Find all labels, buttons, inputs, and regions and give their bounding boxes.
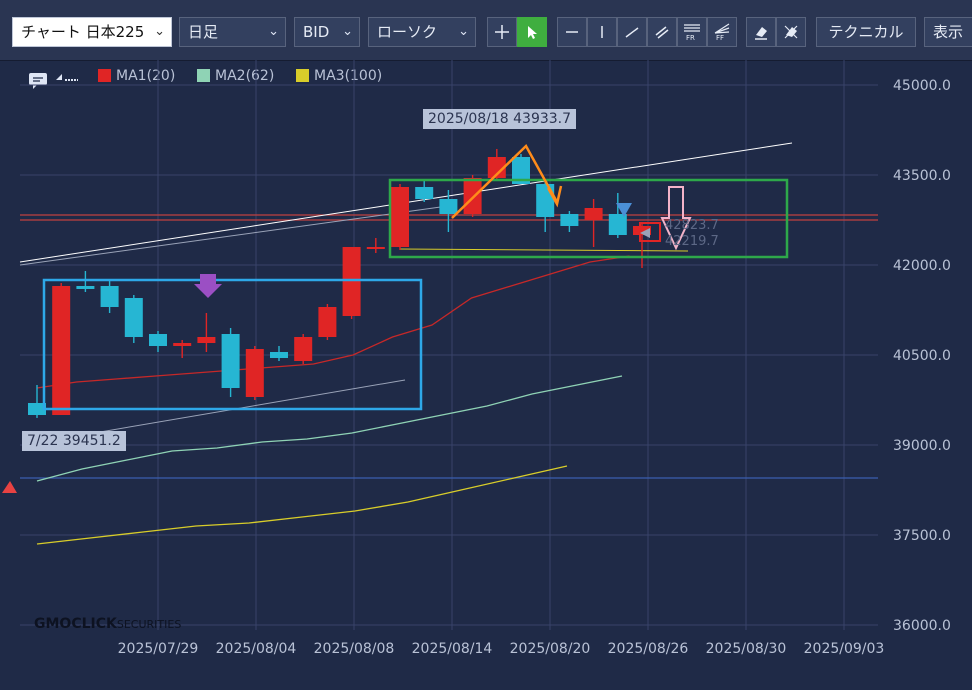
- purple-down-arrow[interactable]: [194, 274, 222, 298]
- high-price-tag-text: 2025/08/18 43933.7: [428, 111, 572, 127]
- price-tick-label: 45000.0: [893, 78, 951, 94]
- candle-body: [149, 334, 167, 346]
- vertical-line-button[interactable]: [587, 17, 617, 47]
- display-button[interactable]: 表示: [924, 17, 972, 47]
- price-chart-area[interactable]: 45000.0 43500.0 42000.0 40500.0 39000.0 37500…: [0, 60, 972, 686]
- eraser-icon: [755, 27, 767, 40]
- broker-logo: GMOCLICKSECURITIES: [34, 616, 181, 632]
- price-tick-label: 40500.0: [893, 348, 951, 364]
- candle-body: [124, 298, 143, 337]
- candle-body: [391, 187, 409, 247]
- candle-body: [560, 214, 579, 226]
- date-tick-label: 2025/08/26: [608, 641, 689, 657]
- candle-body: [584, 208, 603, 220]
- horizontal-line-icon: [566, 31, 578, 33]
- price-tick-label: 37500.0: [893, 528, 951, 544]
- price-type-select[interactable]: BID ⌄: [294, 17, 360, 47]
- trend-line-icon: [625, 27, 639, 38]
- technical-button[interactable]: テクニカル: [816, 17, 916, 47]
- candle-body: [342, 247, 361, 316]
- date-tick-label: 2025/08/04: [216, 641, 297, 657]
- candle-body: [52, 286, 71, 415]
- date-tick-label: 2025/08/30: [706, 641, 787, 657]
- chart-style-label: ローソク: [377, 23, 438, 41]
- erase-all-icon: [784, 25, 798, 39]
- low-price-tag: 7/22 39451.2: [22, 431, 126, 451]
- pointer-button[interactable]: [517, 17, 547, 47]
- high-price-tag: 2025/08/18 43933.7: [423, 109, 577, 129]
- chevron-down-icon: ⌄: [342, 24, 353, 39]
- display-label: 表示: [933, 23, 964, 41]
- price-label-2: 42219.7: [665, 234, 719, 249]
- chart-toolbar: チャート 日本225 ⌄ 日足 ⌄ BID ⌄ ローソク ⌄ FR FF テクニ…: [0, 0, 972, 61]
- grid: [20, 60, 878, 630]
- fibonacci-retracement-icon: FR: [684, 24, 700, 42]
- vertical-line-icon: [601, 26, 603, 38]
- candlestick-chart[interactable]: 45000.0 43500.0 42000.0 40500.0 39000.0 37500…: [0, 60, 972, 686]
- crosshair-button[interactable]: [487, 17, 517, 47]
- logo-main: GMOCLICK: [34, 616, 117, 632]
- date-tick-label: 2025/07/29: [118, 641, 199, 657]
- chevron-down-icon: ⌄: [268, 24, 279, 39]
- candle-body: [76, 286, 95, 289]
- candle-body: [536, 184, 555, 217]
- date-tick-label: 2025/08/14: [412, 641, 493, 657]
- chevron-down-icon: ⌄: [458, 24, 469, 39]
- chart-style-select[interactable]: ローソク ⌄: [368, 17, 476, 47]
- ff-label: FF: [716, 34, 724, 42]
- cursor-arrow-icon: [528, 26, 537, 39]
- parallel-lines-icon: [655, 26, 669, 39]
- candle-body: [294, 337, 313, 361]
- fibonacci-retracement-button[interactable]: FR: [677, 17, 707, 47]
- fr-label: FR: [686, 34, 695, 42]
- technical-label: テクニカル: [828, 23, 904, 41]
- timeframe-select[interactable]: 日足 ⌄: [179, 17, 286, 47]
- symbol-select-label: チャート 日本225: [21, 23, 145, 41]
- date-tick-label: 2025/09/03: [804, 641, 885, 657]
- candle-body: [221, 334, 240, 388]
- price-type-label: BID: [303, 23, 330, 41]
- horizontal-line-button[interactable]: [557, 17, 587, 47]
- eraser-button[interactable]: [746, 17, 776, 47]
- price-label-1: 42823.7: [665, 218, 719, 233]
- candle-body: [270, 352, 288, 358]
- trend-line-button[interactable]: [617, 17, 647, 47]
- date-tick-label: 2025/08/20: [510, 641, 591, 657]
- crosshair-icon: [495, 25, 509, 39]
- fibonacci-fan-button[interactable]: FF: [707, 17, 737, 47]
- price-axis: 45000.0 43500.0 42000.0 40500.0 39000.0 37500…: [893, 78, 951, 634]
- candle-body: [173, 343, 192, 346]
- candle-body: [463, 178, 482, 214]
- candle-body: [245, 349, 264, 397]
- date-axis: 2025/07/29 2025/08/04 2025/08/08 2025/08/14…: [118, 641, 885, 657]
- timeframe-label: 日足: [188, 23, 219, 41]
- ma-line-2: [36, 375, 623, 482]
- price-tick-label: 39000.0: [893, 438, 951, 454]
- parallel-channel-button[interactable]: [647, 17, 677, 47]
- candle-body: [608, 214, 627, 235]
- logo-sub: SECURITIES: [116, 618, 182, 631]
- low-price-tag-text: 7/22 39451.2: [27, 433, 121, 449]
- price-tick-label: 36000.0: [893, 618, 951, 634]
- candle-body: [366, 247, 385, 249]
- fibonacci-fan-icon: FF: [714, 23, 730, 42]
- chevron-down-icon: ⌄: [154, 24, 165, 39]
- symbol-select[interactable]: チャート 日本225 ⌄: [12, 17, 172, 47]
- candle-body: [415, 187, 434, 199]
- candle-body: [439, 199, 458, 214]
- date-tick-label: 2025/08/08: [314, 641, 395, 657]
- candles: [28, 148, 651, 418]
- candle-body: [100, 286, 119, 307]
- candle-body: [197, 337, 216, 343]
- price-tick-label: 42000.0: [893, 258, 951, 274]
- yellow-level-line[interactable]: [399, 248, 689, 252]
- red-alert-triangle[interactable]: [2, 481, 17, 493]
- erase-all-button[interactable]: [776, 17, 806, 47]
- candle-body: [318, 307, 337, 337]
- price-tick-label: 43500.0: [893, 168, 951, 184]
